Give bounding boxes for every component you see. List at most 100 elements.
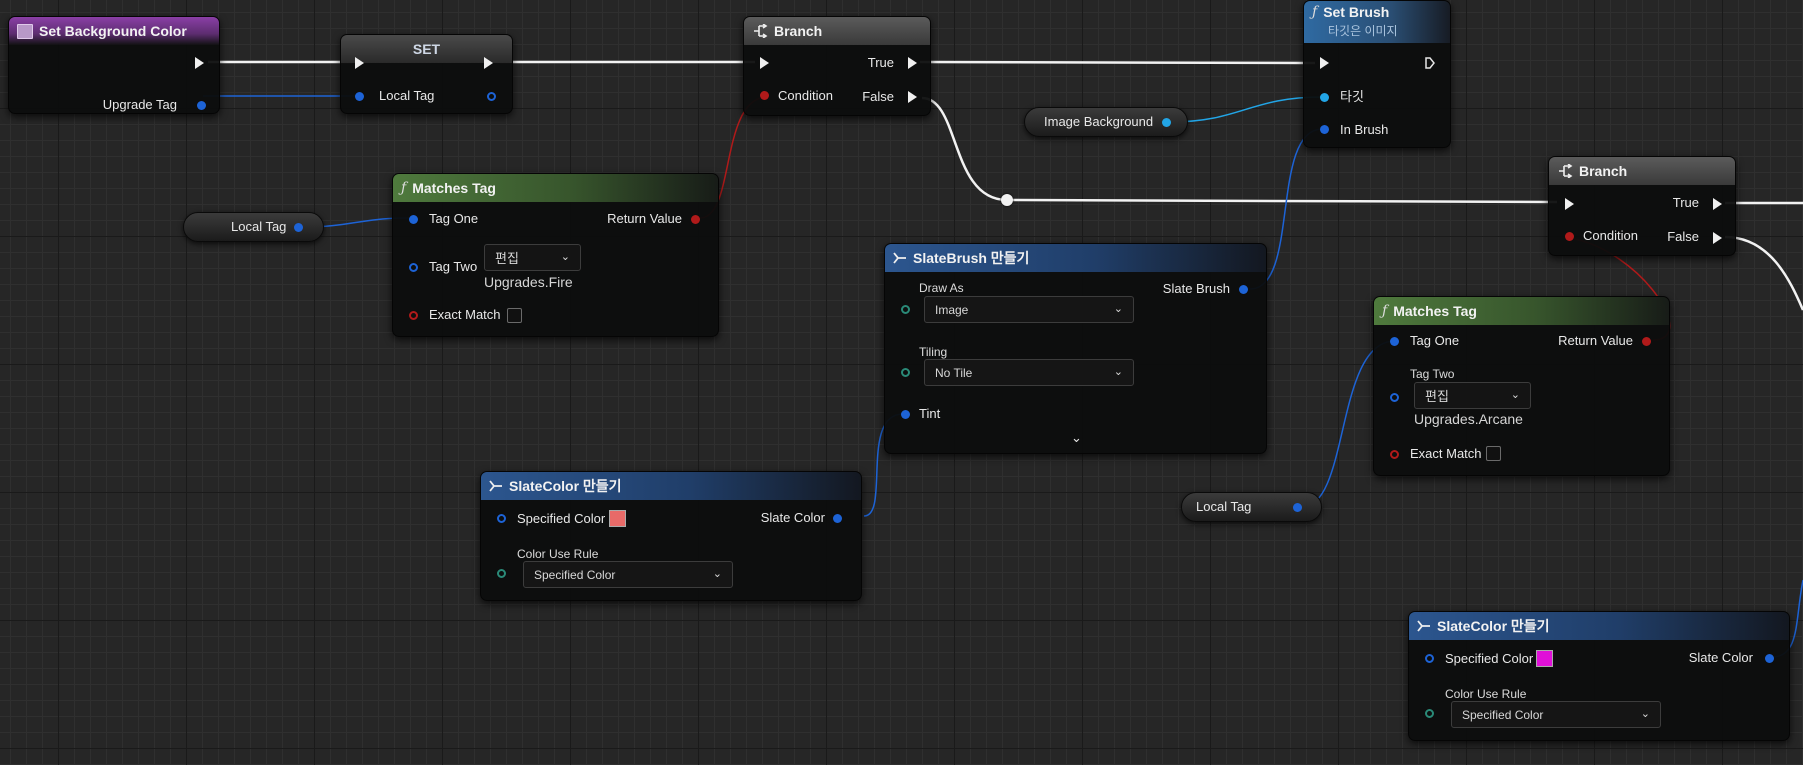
make-struct-icon <box>489 480 503 492</box>
branch-node-2[interactable]: Branch True Condition False <box>1548 156 1736 256</box>
slate-color-pin-2[interactable] <box>1765 654 1774 663</box>
exec-out-pin[interactable] <box>484 57 493 69</box>
target-pin[interactable] <box>1320 93 1329 102</box>
exec-out-pin[interactable] <box>195 57 204 69</box>
specified-color-swatch-2[interactable] <box>1536 650 1553 667</box>
color-use-rule-label-2: Color Use Rule <box>1445 687 1527 701</box>
chevron-down-icon: ⌄ <box>1113 303 1123 315</box>
tiling-pin[interactable] <box>901 368 910 377</box>
exact-match-pin[interactable] <box>409 311 418 320</box>
exec-in-pin[interactable] <box>1565 198 1574 210</box>
function-icon: ƒ <box>1312 4 1318 20</box>
exact-match-checkbox[interactable] <box>507 308 522 323</box>
matches-tag-title-1: Matches Tag <box>412 180 496 196</box>
return-value-label: Return Value <box>607 211 682 226</box>
set-variable-node[interactable]: SET Local Tag <box>340 34 513 114</box>
exact-match-checkbox-2[interactable] <box>1486 446 1501 461</box>
branch-header-1: Branch <box>744 17 930 45</box>
specified-color-pin-2[interactable] <box>1425 654 1434 663</box>
return-value-pin[interactable] <box>691 215 700 224</box>
exec-out-pin[interactable] <box>1425 57 1435 69</box>
exec-true-pin[interactable] <box>1713 198 1722 210</box>
set-brush-subtitle: 타깃은 이미지 <box>1328 24 1398 38</box>
specified-color-pin[interactable] <box>497 514 506 523</box>
chevron-down-icon: ⌄ <box>1510 389 1520 401</box>
chevron-down-icon: ⌄ <box>560 251 570 263</box>
exact-match-pin-2[interactable] <box>1390 450 1399 459</box>
exec-false-pin[interactable] <box>1713 232 1722 244</box>
local-tag-var-pin-2[interactable] <box>1293 503 1302 512</box>
color-use-rule-dropdown-2[interactable]: Specified Color ⌄ <box>1451 701 1661 728</box>
local-tag-var-pin-1[interactable] <box>294 223 303 232</box>
branch-node-1[interactable]: Branch True Condition False <box>743 16 931 116</box>
matches-tag-node-1[interactable]: ƒ Matches Tag Tag One Return Value Tag T… <box>392 173 719 337</box>
chevron-down-icon: ⌄ <box>712 568 722 580</box>
event-icon <box>17 23 33 39</box>
slate-color-pin[interactable] <box>833 514 842 523</box>
in-brush-pin[interactable] <box>1320 125 1329 134</box>
slatebrush-node[interactable]: SlateBrush 만들기 Draw As Slate Brush Image… <box>884 243 1267 454</box>
tiling-dropdown[interactable]: No Tile ⌄ <box>924 359 1134 386</box>
color-use-rule-label: Color Use Rule <box>517 547 599 561</box>
exec-wire <box>1724 235 1803 311</box>
reroute-node[interactable] <box>1001 194 1013 206</box>
local-tag-in-pin[interactable] <box>355 92 364 101</box>
local-tag-var-label-1: Local Tag <box>231 219 287 234</box>
matches-tag-header-2: ƒ Matches Tag <box>1374 297 1669 325</box>
local-tag-out-pin[interactable] <box>487 92 496 101</box>
slate-brush-label: Slate Brush <box>1162 281 1230 296</box>
image-background-pin[interactable] <box>1162 118 1171 127</box>
slatebrush-header: SlateBrush 만들기 <box>885 244 1266 272</box>
draw-as-pin[interactable] <box>901 305 910 314</box>
exec-in-pin[interactable] <box>760 57 769 69</box>
slatecolor-node-2[interactable]: SlateColor 만들기 Specified Color Slate Col… <box>1408 611 1790 741</box>
set-brush-title: Set Brush <box>1323 4 1390 20</box>
exec-false-pin[interactable] <box>908 91 917 103</box>
branch-false-label-2: False <box>1667 229 1699 244</box>
set-background-color-node[interactable]: Set Background Color Upgrade Tag <box>8 16 220 114</box>
branch-header-2: Branch <box>1549 157 1735 185</box>
tag-two-pin-2[interactable] <box>1390 393 1399 402</box>
tag-two-edit-dropdown-2[interactable]: 편집 ⌄ <box>1414 382 1531 409</box>
expand-chevron-icon[interactable]: ⌄ <box>1071 430 1082 446</box>
set-background-color-title: Set Background Color <box>39 23 187 39</box>
tag-two-edit-label-2: 편집 <box>1425 389 1449 404</box>
branch-icon <box>752 24 768 38</box>
tag-two-pin[interactable] <box>409 263 418 272</box>
upgrade-tag-pin[interactable] <box>197 101 206 110</box>
matches-tag-title-2: Matches Tag <box>1393 303 1477 319</box>
set-brush-node[interactable]: ƒ Set Brush 타깃은 이미지 타깃 In Brush <box>1303 0 1451 148</box>
slatebrush-title: SlateBrush 만들기 <box>913 250 1030 266</box>
function-icon: ƒ <box>401 180 407 196</box>
local-tag-variable-1[interactable]: Local Tag <box>183 212 324 242</box>
exec-wire <box>921 96 1558 204</box>
matches-tag-node-2[interactable]: ƒ Matches Tag Tag One Return Value Tag T… <box>1373 296 1670 476</box>
exec-in-pin[interactable] <box>355 57 364 69</box>
tiling-value: No Tile <box>935 365 973 380</box>
tag-two-edit-dropdown[interactable]: 편집 ⌄ <box>484 244 581 271</box>
slate-color-label-2: Slate Color <box>1688 650 1753 665</box>
tag-one-pin[interactable] <box>409 215 418 224</box>
tint-pin[interactable] <box>901 410 910 419</box>
slatecolor-node-1[interactable]: SlateColor 만들기 Specified Color Slate Col… <box>480 471 862 601</box>
exec-wire <box>919 60 1316 65</box>
local-tag-variable-2[interactable]: Local Tag <box>1181 492 1322 522</box>
color-use-rule-dropdown[interactable]: Specified Color ⌄ <box>523 561 733 588</box>
draw-as-dropdown[interactable]: Image ⌄ <box>924 296 1134 323</box>
slate-brush-pin[interactable] <box>1239 285 1248 294</box>
exact-match-label: Exact Match <box>429 307 501 322</box>
branch-title-2: Branch <box>1579 163 1628 179</box>
exec-in-pin[interactable] <box>1320 57 1329 69</box>
matches-tag-header-1: ƒ Matches Tag <box>393 174 718 202</box>
condition-pin-2[interactable] <box>1565 232 1574 241</box>
image-background-variable[interactable]: Image Background <box>1024 107 1188 137</box>
exec-true-pin[interactable] <box>908 57 917 69</box>
color-use-rule-pin[interactable] <box>497 569 506 578</box>
branch-true-label: True <box>867 55 894 70</box>
tag-one-pin-2[interactable] <box>1390 337 1399 346</box>
return-value-pin-2[interactable] <box>1642 337 1651 346</box>
specified-color-swatch[interactable] <box>609 510 626 527</box>
slatecolor-header-2: SlateColor 만들기 <box>1409 612 1789 640</box>
condition-pin[interactable] <box>760 91 769 100</box>
color-use-rule-pin-2[interactable] <box>1425 709 1434 718</box>
